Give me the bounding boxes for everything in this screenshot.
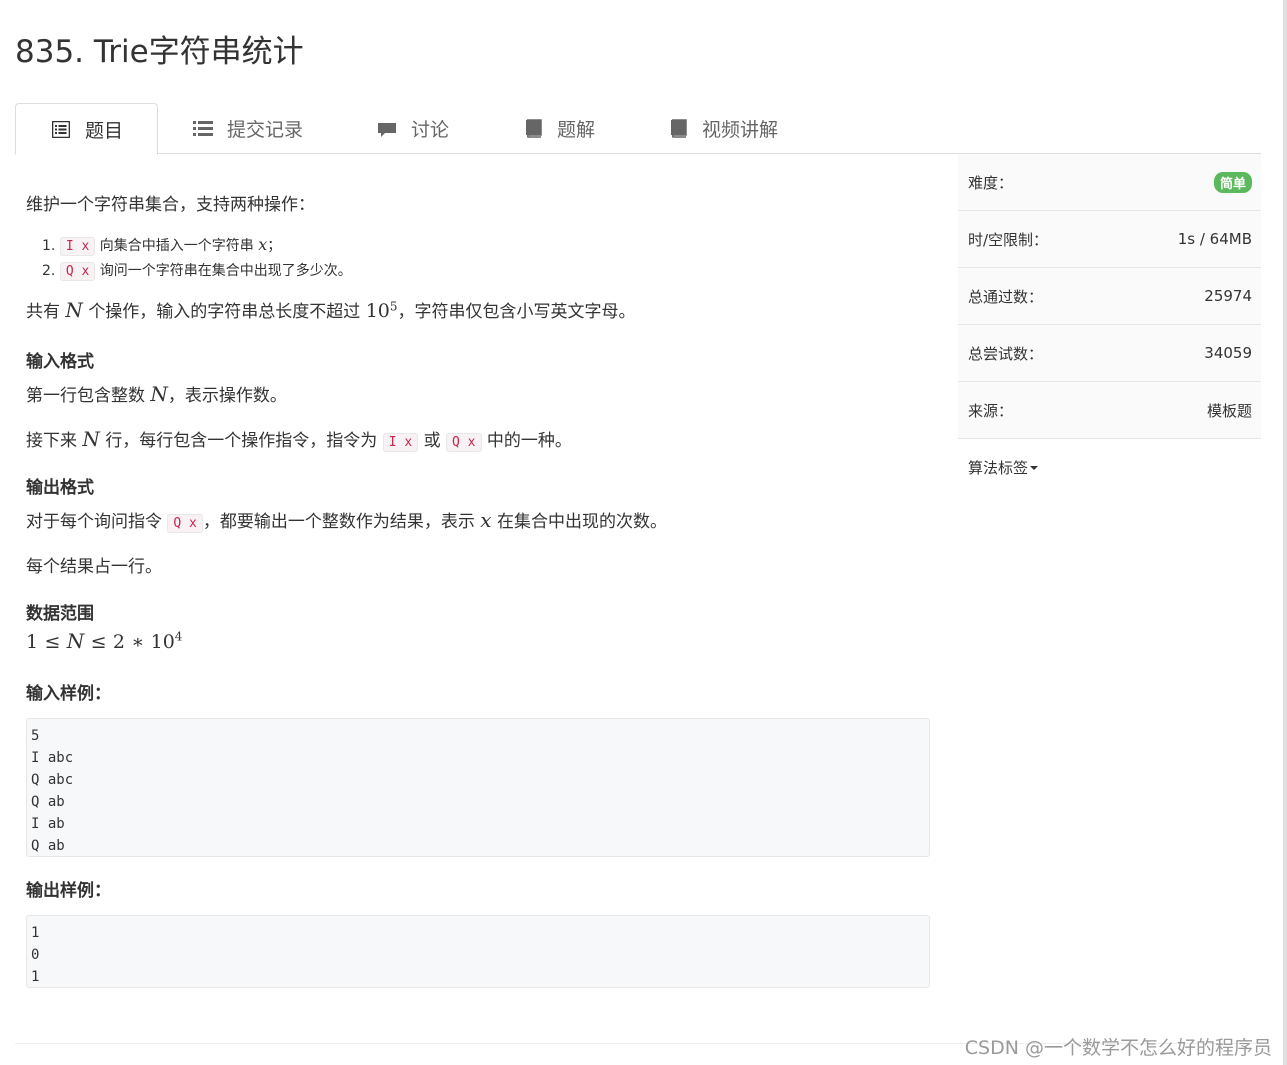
math-exp: 4 xyxy=(174,629,183,644)
tab-label: 提交记录 xyxy=(227,119,304,141)
list-icon xyxy=(193,119,213,139)
sample-input-heading: 输入样例： xyxy=(26,684,111,704)
tab-discussion[interactable]: 讨论 xyxy=(377,103,449,154)
math-op: ≤ xyxy=(90,631,107,653)
tab-label: 题解 xyxy=(557,119,596,141)
math-num: 2 xyxy=(112,631,125,653)
math-var: x xyxy=(258,235,268,254)
code-line: 1 xyxy=(31,925,40,941)
sample-input-block: 5 I abc Q abc Q ab I ab Q ab xyxy=(26,718,930,857)
code-line: 5 xyxy=(31,728,40,744)
source-row: 来源： 模板题 xyxy=(958,382,1261,439)
text: 在集合中出现的次数。 xyxy=(496,512,667,532)
data-range-formula: 1 ≤ N ≤ 2 ∗ 104 xyxy=(26,629,182,653)
info-label: 难度： xyxy=(968,173,1014,192)
text: ，字符串仅包含小写英文字母。 xyxy=(397,302,636,322)
code-line: I ab xyxy=(31,816,65,832)
math-op: ≤ xyxy=(44,631,61,653)
math-exp: 5 xyxy=(389,299,398,314)
text: 行，每行包含一个操作指令，指令为 xyxy=(105,431,378,451)
info-label: 总通过数： xyxy=(968,287,1044,306)
math-var: N xyxy=(150,382,168,406)
inline-code: I x xyxy=(59,237,96,256)
page-title: 835. Trie字符串统计 xyxy=(15,34,304,70)
input-line-2: 接下来 N 行，每行包含一个操作指令，指令为 I x 或 Q x 中的一种。 xyxy=(26,426,572,452)
list-text: 向集合中插入一个字符串 xyxy=(99,238,254,254)
code-line: Q abc xyxy=(31,772,74,788)
info-label: 算法标签 xyxy=(968,459,1029,477)
math-var: x xyxy=(480,508,492,532)
tab-submissions[interactable]: 提交记录 xyxy=(193,103,303,154)
output-line-2: 每个结果占一行。 xyxy=(26,557,162,577)
info-value: 34059 xyxy=(1204,344,1252,362)
book-icon xyxy=(668,119,688,139)
list-item: 2. Q x 询问一个字符串在集合中出现了多少次。 xyxy=(42,260,352,281)
inline-code: Q x xyxy=(446,433,482,452)
difficulty-row: 难度： 简单 xyxy=(958,154,1261,211)
math-var: N xyxy=(82,427,100,451)
list-item: 1. I x 向集合中插入一个字符串 x； xyxy=(42,235,282,256)
algorithm-tags-toggle[interactable]: 算法标签 xyxy=(958,439,1261,496)
text: ，都要输出一个整数作为结果，表示 xyxy=(202,512,475,532)
inline-code: Q x xyxy=(59,262,96,281)
text: 对于每个询问指令 xyxy=(26,512,162,532)
inline-code: I x xyxy=(382,433,419,452)
code-line: 0 xyxy=(31,947,40,963)
sample-output-block: 1 0 1 xyxy=(26,915,930,988)
tab-solutions[interactable]: 题解 xyxy=(523,103,595,154)
sample-output-heading: 输出样例： xyxy=(26,881,111,901)
scrollbar[interactable] xyxy=(1283,0,1287,1065)
code-line: Q ab xyxy=(31,838,65,854)
info-label: 时/空限制： xyxy=(968,230,1049,249)
tab-problem[interactable]: 题目 xyxy=(15,103,158,155)
code-line: 1 xyxy=(31,969,40,985)
math-num: 10 xyxy=(365,300,390,322)
caret-down-icon xyxy=(1030,465,1039,470)
text: 第一行包含整数 xyxy=(26,386,145,406)
tab-label: 讨论 xyxy=(411,119,450,141)
text: 个操作，输入的字符串总长度不超过 xyxy=(88,302,361,322)
text: 中的一种。 xyxy=(486,431,572,451)
text: 或 xyxy=(423,431,441,451)
constraint-text: 共有 N 个操作，输入的字符串总长度不超过 105，字符串仅包含小写英文字母。 xyxy=(26,297,636,322)
info-value[interactable]: 模板题 xyxy=(1207,400,1252,421)
tab-label: 题目 xyxy=(85,119,124,142)
info-value: 1s / 64MB xyxy=(1177,230,1252,248)
text: 共有 xyxy=(26,302,60,322)
math-var: N xyxy=(65,298,83,322)
list-alt-icon xyxy=(51,119,71,139)
watermark: CSDN @一个数学不怎么好的程序员 xyxy=(964,1037,1272,1059)
output-format-heading: 输出格式 xyxy=(26,478,94,498)
data-range-heading: 数据范围 xyxy=(26,604,94,624)
info-value: 25974 xyxy=(1204,287,1252,305)
difficulty-badge: 简单 xyxy=(1213,171,1252,193)
math-num: 1 xyxy=(26,631,39,653)
list-number: 2. xyxy=(42,263,56,279)
list-number: 1. xyxy=(42,238,56,254)
math-var: N xyxy=(66,629,85,653)
info-label: 总尝试数： xyxy=(968,344,1044,363)
problem-intro: 维护一个字符串集合，支持两种操作： xyxy=(26,195,315,215)
code-line: Q ab xyxy=(31,794,65,810)
math-num: 10 xyxy=(150,631,175,653)
info-label: 来源： xyxy=(968,401,1014,420)
text: 接下来 xyxy=(26,431,77,451)
tab-bar: 题目 提交记录 讨论 题解 视频讲解 xyxy=(15,103,1261,155)
comment-icon xyxy=(377,119,397,139)
code-line: I abc xyxy=(31,750,74,766)
passed-row: 总通过数： 25974 xyxy=(958,268,1261,325)
text: ，表示操作数。 xyxy=(167,386,287,406)
tried-row: 总尝试数： 34059 xyxy=(958,325,1261,382)
input-format-heading: 输入格式 xyxy=(26,352,94,372)
tab-video[interactable]: 视频讲解 xyxy=(668,103,778,154)
tab-label: 视频讲解 xyxy=(702,119,779,141)
list-text: 询问一个字符串在集合中出现了多少次。 xyxy=(99,263,352,279)
inline-code: Q x xyxy=(167,514,203,533)
limit-row: 时/空限制： 1s / 64MB xyxy=(958,211,1261,268)
book-icon xyxy=(523,119,543,139)
list-text: ； xyxy=(267,238,282,254)
math-op: ∗ xyxy=(131,631,145,653)
input-line-1: 第一行包含整数 N，表示操作数。 xyxy=(26,381,287,406)
output-line-1: 对于每个询问指令 Q x ，都要输出一个整数作为结果，表示 x 在集合中出现的次数… xyxy=(26,507,667,533)
